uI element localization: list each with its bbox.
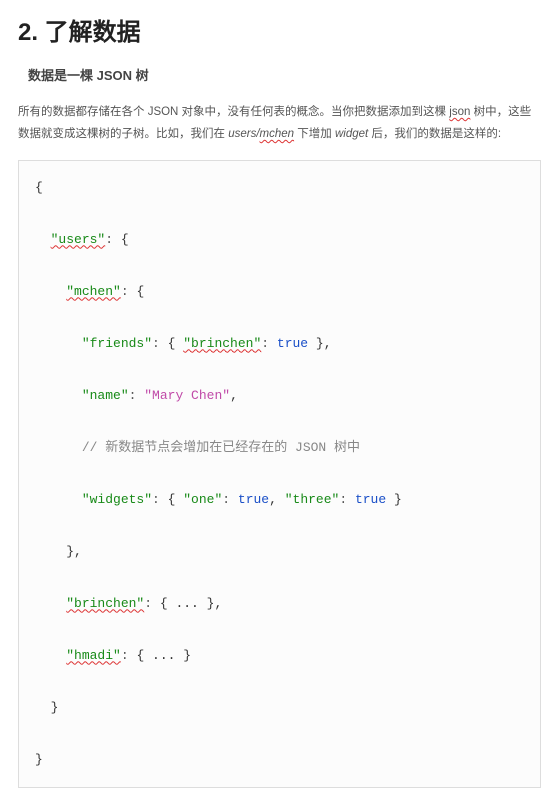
json-key-users: "users" [51, 232, 106, 247]
json-key-mchen: "mchen" [66, 284, 121, 299]
json-ellipsis: ... [152, 648, 175, 663]
section-subheading: 数据是一棵 JSON 树 [28, 65, 541, 84]
para-text: 下增加 [294, 128, 335, 140]
spellcheck-word-mchen: mchen [260, 128, 295, 140]
json-key-widgets: "widgets" [82, 492, 152, 507]
json-true: true [277, 336, 308, 351]
json-key-one: "one" [183, 492, 222, 507]
json-key-name: "name" [82, 388, 129, 403]
json-key-hmadi: "hmadi" [66, 648, 121, 663]
json-true: true [238, 492, 269, 507]
widget-word: widget [335, 128, 368, 140]
json-true: true [355, 492, 386, 507]
json-ellipsis: ... [175, 596, 198, 611]
json-key-three: "three" [285, 492, 340, 507]
para-text: 后，我们的数据是这样的: [368, 128, 501, 140]
spellcheck-word-json: json [449, 106, 470, 118]
json-key-brinchen: "brinchen" [183, 336, 261, 351]
code-block: { "users": { "mchen": { "friends": { "br… [18, 160, 541, 788]
json-key-friends: "friends" [82, 336, 152, 351]
path-users: users/ [228, 128, 259, 140]
para-text: 所有的数据都存储在各个 JSON 对象中，没有任何表的概念。当你把数据添加到这棵 [18, 106, 449, 118]
json-value-name: "Mary Chen" [144, 388, 230, 403]
code-comment: // 新数据节点会增加在已经存在的 JSON 树中 [82, 440, 360, 455]
section-heading: 2. 了解数据 [18, 12, 541, 47]
body-paragraph: 所有的数据都存储在各个 JSON 对象中，没有任何表的概念。当你把数据添加到这棵… [18, 102, 541, 146]
json-key-brinchen2: "brinchen" [66, 596, 144, 611]
